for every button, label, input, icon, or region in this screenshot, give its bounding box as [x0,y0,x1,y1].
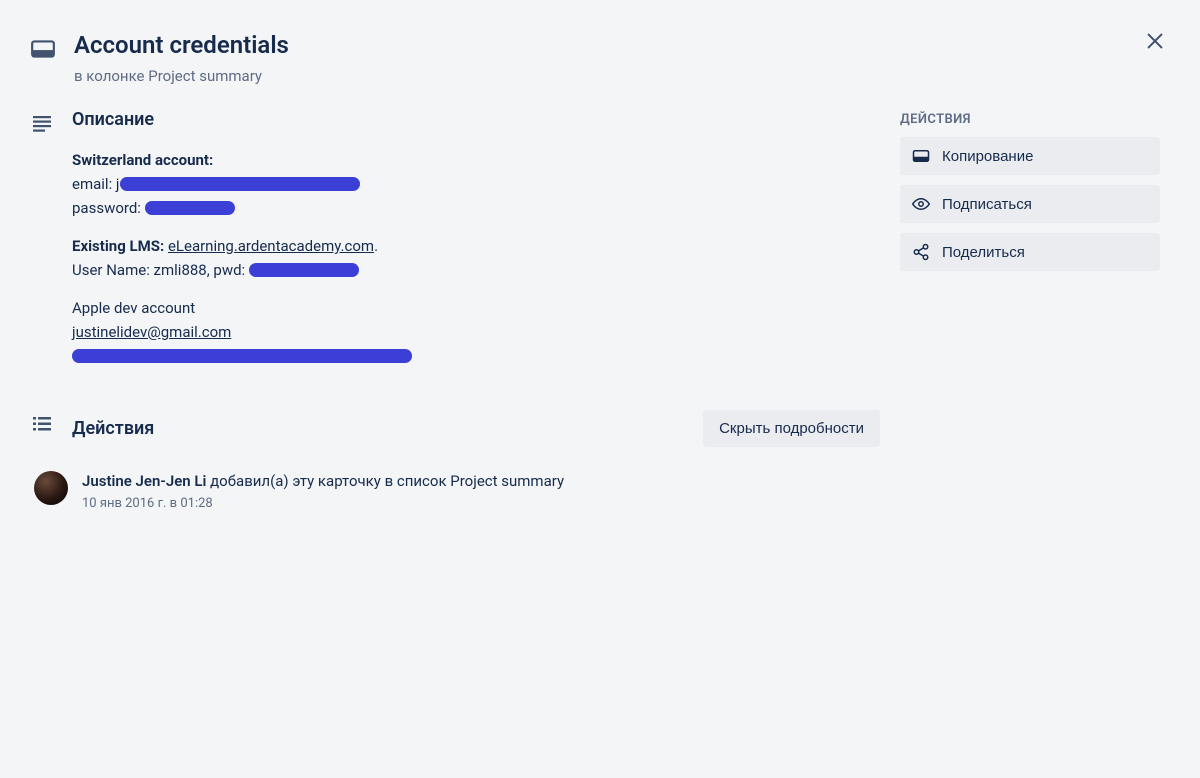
description-heading: Описание [72,109,880,130]
copy-button[interactable]: Копирование [900,137,1160,175]
close-icon [1144,30,1166,52]
subscribe-label: Подписаться [942,196,1032,213]
desc-lms-link[interactable]: eLearning.ardentacademy.com [168,237,374,255]
share-button[interactable]: Поделиться [900,233,1160,271]
list-link[interactable]: Project summary [148,67,262,85]
activity-item: Justine Jen-Jen Li добавил(а) эту карточ… [34,471,880,511]
close-button[interactable] [1138,24,1172,62]
hide-details-button[interactable]: Скрыть подробности [703,410,880,447]
redacted-strip [145,201,235,215]
activity-action: добавил(а) эту карточку в список Project… [206,472,564,490]
desc-apple-title: Apple dev account [72,299,195,317]
activity-heading: Действия [72,418,154,439]
redacted-strip [249,263,359,277]
description-icon [30,109,54,139]
activity-timestamp: 10 янв 2016 г. в 01:28 [82,496,564,511]
card-icon [912,147,930,165]
card-title[interactable]: Account credentials [74,30,289,61]
share-label: Поделиться [942,244,1025,261]
copy-label: Копирование [942,148,1033,165]
desc-lms-title: Existing LMS: [72,237,164,255]
sidebar-title: ДЕЙСТВИЯ [900,112,1160,127]
desc-ch-title: Switzerland account: [72,151,213,169]
desc-apple-email[interactable]: justinelidev@gmail.com [72,323,231,341]
desc-lms-line2: User Name: zmli888, pwd: [72,261,249,279]
desc-password-label: password: [72,199,145,217]
activity-section: Действия Скрыть подробности [30,410,880,447]
description-content[interactable]: Switzerland account: email: j password: … [72,148,880,368]
activity-text: Justine Jen-Jen Li добавил(а) эту карточ… [82,471,564,493]
desc-email-prefix: j [116,175,120,193]
desc-email-label: email: [72,175,116,193]
avatar[interactable] [34,471,68,505]
activity-icon [30,410,54,440]
subscribe-button[interactable]: Подписаться [900,185,1160,223]
card-icon [30,30,56,66]
redacted-strip [72,349,412,363]
redacted-strip [120,177,360,191]
description-section: Описание Switzerland account: email: j p… [30,109,880,382]
sidebar: ДЕЙСТВИЯ Копирование Подписаться Поделит… [900,20,1160,511]
activity-author[interactable]: Justine Jen-Jen Li [82,472,206,490]
card-subtitle: в колонке Project summary [74,67,289,85]
eye-icon [912,195,930,213]
card-header: Account credentials в колонке Project su… [30,20,880,109]
share-icon [912,243,930,261]
